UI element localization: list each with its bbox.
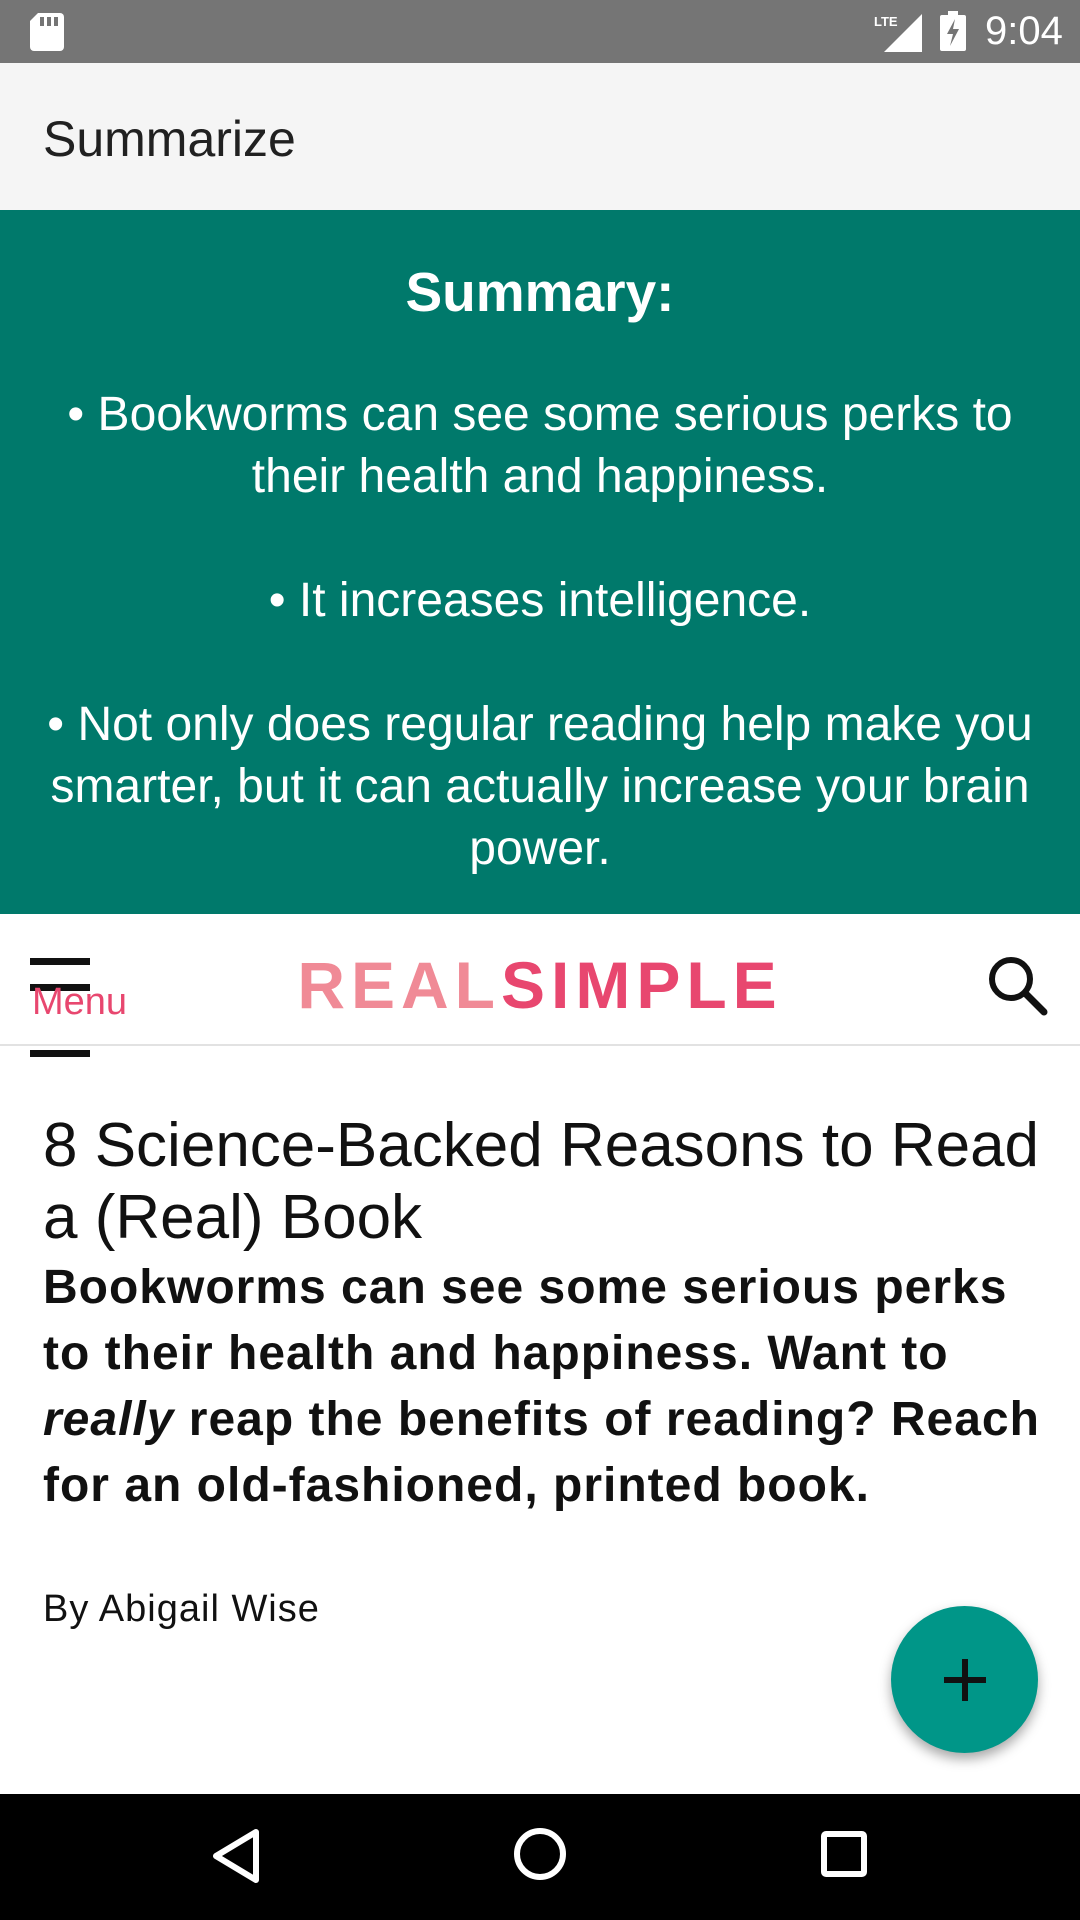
recents-icon[interactable] <box>820 1830 868 1878</box>
status-time: 9:04 <box>985 9 1063 53</box>
search-icon[interactable] <box>986 954 1048 1016</box>
summary-bullets: • Bookworms can see some serious perks t… <box>40 384 1040 942</box>
article-subtitle-text: Bookworms can see some serious perks to … <box>43 1261 1008 1380</box>
lte-signal-icon: LTE <box>874 14 922 52</box>
summary-bullet: • Not only does regular reading help mak… <box>47 698 1033 875</box>
article-byline: By Abigail Wise <box>43 1588 320 1630</box>
article-subtitle: Bookworms can see some serious perks to … <box>43 1255 1053 1519</box>
home-icon[interactable] <box>512 1826 568 1882</box>
website-header: Menu REALSIMPLE <box>0 914 1080 1057</box>
logo-real: REAL <box>297 948 501 1022</box>
battery-charging-icon <box>940 11 966 51</box>
site-logo[interactable]: REALSIMPLE <box>0 950 1080 1020</box>
sd-card-icon <box>30 13 64 51</box>
status-bar: LTE 9:04 <box>0 0 1080 63</box>
add-button[interactable] <box>891 1606 1038 1753</box>
page-title: Summarize <box>43 111 296 167</box>
summary-bullet: • It increases intelligence. <box>268 574 812 627</box>
plus-icon <box>944 1659 986 1701</box>
navigation-bar <box>0 1794 1080 1920</box>
article-subtitle-emphasis: really <box>43 1393 175 1446</box>
summary-heading: Summary: <box>405 261 675 323</box>
summary-bullet: • Bookworms can see some serious perks t… <box>67 388 1013 503</box>
logo-simple: SIMPLE <box>500 948 783 1022</box>
article-title: 8 Science-Backed Reasons to Read a (Real… <box>43 1111 1040 1252</box>
back-icon[interactable] <box>210 1828 262 1884</box>
svg-text:LTE: LTE <box>874 14 898 29</box>
article-subtitle-text: reap the benefits of reading? Reach for … <box>43 1393 1040 1512</box>
summary-panel: Summary: • Bookworms can see some seriou… <box>0 210 1080 914</box>
app-bar: Summarize <box>0 63 1080 210</box>
